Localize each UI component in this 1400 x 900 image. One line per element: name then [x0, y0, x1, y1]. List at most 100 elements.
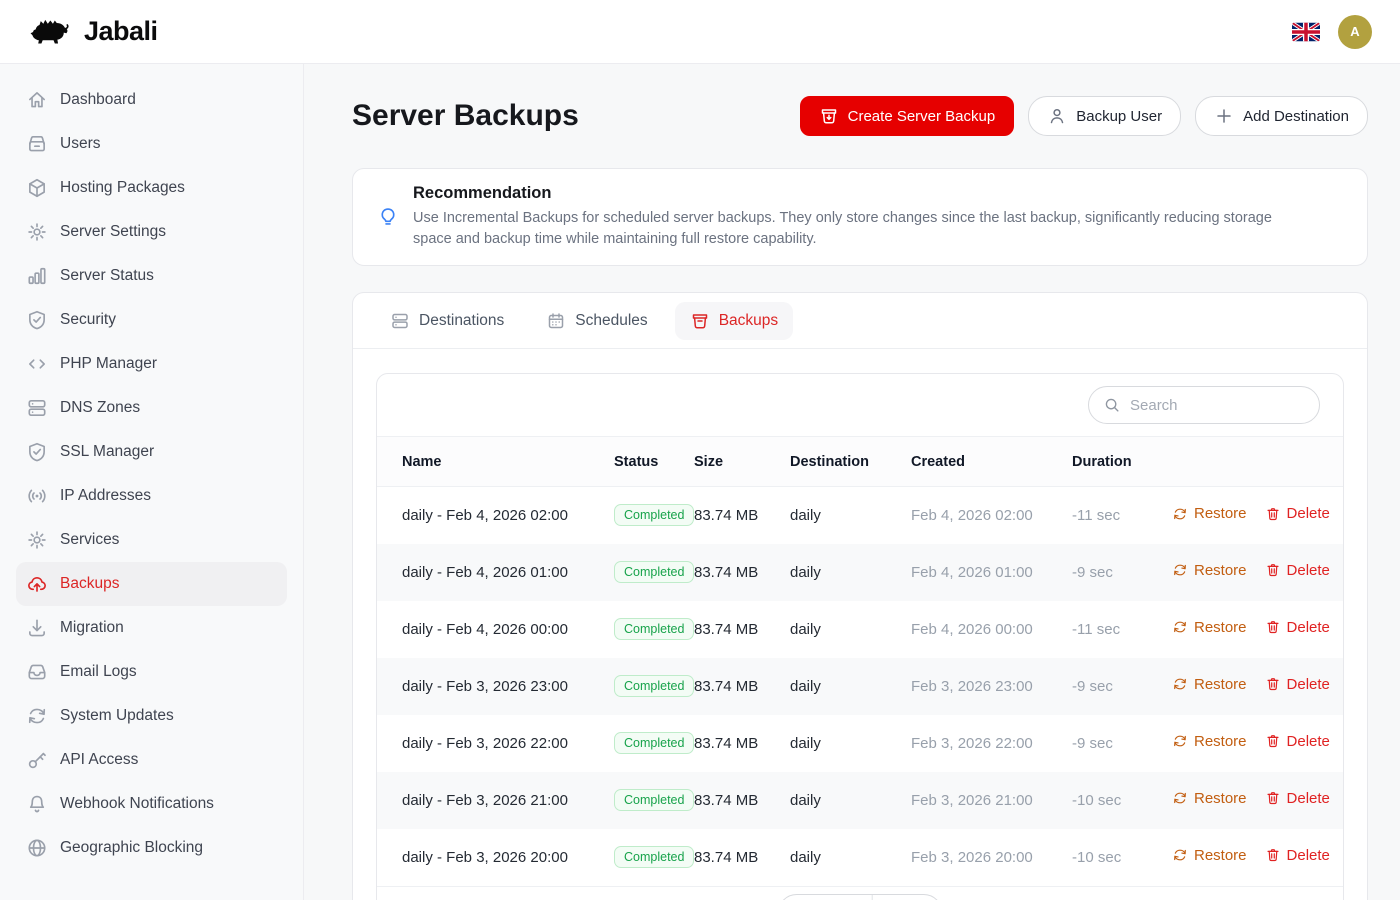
sidebar-item-hosting-packages[interactable]: Hosting Packages	[16, 166, 287, 210]
delete-button[interactable]: Delete	[1265, 790, 1330, 807]
search-input[interactable]	[1130, 397, 1305, 414]
sidebar-item-label: Server Settings	[60, 223, 166, 241]
sidebar-item-label: DNS Zones	[60, 399, 140, 417]
column-header-size: Size	[694, 437, 790, 487]
cell-size: 83.74 MB	[694, 487, 790, 544]
app-header: Jabali A	[0, 0, 1400, 64]
sidebar-item-server-settings[interactable]: Server Settings	[16, 210, 287, 254]
restore-button[interactable]: Restore	[1172, 790, 1247, 807]
status-badge: Completed	[614, 561, 694, 583]
sidebar-item-security[interactable]: Security	[16, 298, 287, 342]
cell-name: daily - Feb 4, 2026 01:00	[377, 544, 614, 601]
delete-button[interactable]: Delete	[1265, 676, 1330, 693]
backups-table: NameStatusSizeDestinationCreatedDuration…	[377, 436, 1343, 886]
sidebar-item-ssl-manager[interactable]: SSL Manager	[16, 430, 287, 474]
uk-flag-icon[interactable]	[1292, 22, 1320, 42]
refresh-icon	[1172, 506, 1188, 522]
cell-status: Completed	[614, 772, 694, 829]
sidebar-item-backups[interactable]: Backups	[16, 562, 287, 606]
cell-name: daily - Feb 4, 2026 02:00	[377, 487, 614, 544]
cell-created: Feb 4, 2026 02:00	[911, 487, 1072, 544]
sidebar-item-label: Migration	[60, 619, 124, 637]
column-header-created: Created	[911, 437, 1072, 487]
table-row: daily - Feb 4, 2026 02:00Completed83.74 …	[377, 487, 1343, 544]
cell-created: Feb 4, 2026 00:00	[911, 601, 1072, 658]
sidebar-item-ip-addresses[interactable]: IP Addresses	[16, 474, 287, 518]
sidebar-item-services[interactable]: Services	[16, 518, 287, 562]
cell-destination: daily	[790, 715, 911, 772]
sidebar-item-email-logs[interactable]: Email Logs	[16, 650, 287, 694]
table-row: daily - Feb 3, 2026 22:00Completed83.74 …	[377, 715, 1343, 772]
column-header-status: Status	[614, 437, 694, 487]
cell-status: Completed	[614, 601, 694, 658]
table-footer: Showing 1 to 7 of 7 results Per page 10	[377, 886, 1343, 900]
archive-icon	[690, 311, 710, 331]
sidebar-item-label: Webhook Notifications	[60, 795, 214, 813]
sidebar: Dashboard Users Hosting Packages Server Set…	[0, 64, 304, 900]
sidebar-item-webhook-notifications[interactable]: Webhook Notifications	[16, 782, 287, 826]
tab-schedules[interactable]: Schedules	[531, 302, 662, 340]
sidebar-item-server-status[interactable]: Server Status	[16, 254, 287, 298]
restore-button[interactable]: Restore	[1172, 733, 1247, 750]
delete-button[interactable]: Delete	[1265, 847, 1330, 864]
sidebar-item-php-manager[interactable]: PHP Manager	[16, 342, 287, 386]
trash-icon	[1265, 847, 1281, 863]
refresh-icon	[1172, 562, 1188, 578]
delete-button[interactable]: Delete	[1265, 505, 1330, 522]
plus-icon	[1214, 106, 1234, 126]
column-header-actions	[1172, 437, 1343, 487]
sidebar-item-api-access[interactable]: API Access	[16, 738, 287, 782]
refresh-icon	[1172, 733, 1188, 749]
restore-button[interactable]: Restore	[1172, 847, 1247, 864]
sidebar-item-system-updates[interactable]: System Updates	[16, 694, 287, 738]
sidebar-item-geographic-blocking[interactable]: Geographic Blocking	[16, 826, 287, 870]
gear-icon	[26, 529, 48, 551]
status-badge: Completed	[614, 732, 694, 754]
restore-button[interactable]: Restore	[1172, 505, 1247, 522]
home-icon	[26, 89, 48, 111]
sidebar-item-label: Hosting Packages	[60, 179, 185, 197]
cell-size: 83.74 MB	[694, 772, 790, 829]
gear-icon	[26, 221, 48, 243]
search-icon	[1103, 396, 1121, 414]
cell-status: Completed	[614, 487, 694, 544]
per-page-control[interactable]: Per page 10	[778, 894, 943, 900]
create-server-backup-button[interactable]: Create Server Backup	[800, 96, 1015, 136]
key-icon	[26, 749, 48, 771]
sidebar-item-label: API Access	[60, 751, 138, 769]
user-icon	[1047, 106, 1067, 126]
sidebar-item-label: Users	[60, 135, 100, 153]
sidebar-item-users[interactable]: Users	[16, 122, 287, 166]
status-badge: Completed	[614, 618, 694, 640]
restore-button[interactable]: Restore	[1172, 562, 1247, 579]
trash-icon	[1265, 619, 1281, 635]
refresh-icon	[1172, 847, 1188, 863]
sidebar-item-migration[interactable]: Migration	[16, 606, 287, 650]
lightbulb-icon	[377, 206, 399, 228]
trash-icon	[1265, 506, 1281, 522]
delete-button[interactable]: Delete	[1265, 562, 1330, 579]
boar-icon	[28, 15, 74, 49]
tab-backups[interactable]: Backups	[675, 302, 793, 340]
tab-destinations[interactable]: Destinations	[375, 302, 519, 340]
sidebar-item-dns-zones[interactable]: DNS Zones	[16, 386, 287, 430]
cell-status: Completed	[614, 544, 694, 601]
cell-size: 83.74 MB	[694, 715, 790, 772]
brand-logo[interactable]: Jabali	[28, 15, 158, 49]
column-header-name: Name	[377, 437, 614, 487]
drawer-icon	[26, 133, 48, 155]
sidebar-item-label: Dashboard	[60, 91, 136, 109]
server-stack-icon	[390, 311, 410, 331]
add-destination-button[interactable]: Add Destination	[1195, 96, 1368, 136]
restore-button[interactable]: Restore	[1172, 676, 1247, 693]
delete-button[interactable]: Delete	[1265, 619, 1330, 636]
user-avatar[interactable]: A	[1338, 15, 1372, 49]
refresh-icon	[1172, 676, 1188, 692]
sidebar-item-dashboard[interactable]: Dashboard	[16, 78, 287, 122]
backup-user-button[interactable]: Backup User	[1028, 96, 1181, 136]
restore-button[interactable]: Restore	[1172, 619, 1247, 636]
cell-destination: daily	[790, 544, 911, 601]
cell-destination: daily	[790, 829, 911, 886]
delete-button[interactable]: Delete	[1265, 733, 1330, 750]
recommendation-title: Recommendation	[413, 184, 1298, 203]
